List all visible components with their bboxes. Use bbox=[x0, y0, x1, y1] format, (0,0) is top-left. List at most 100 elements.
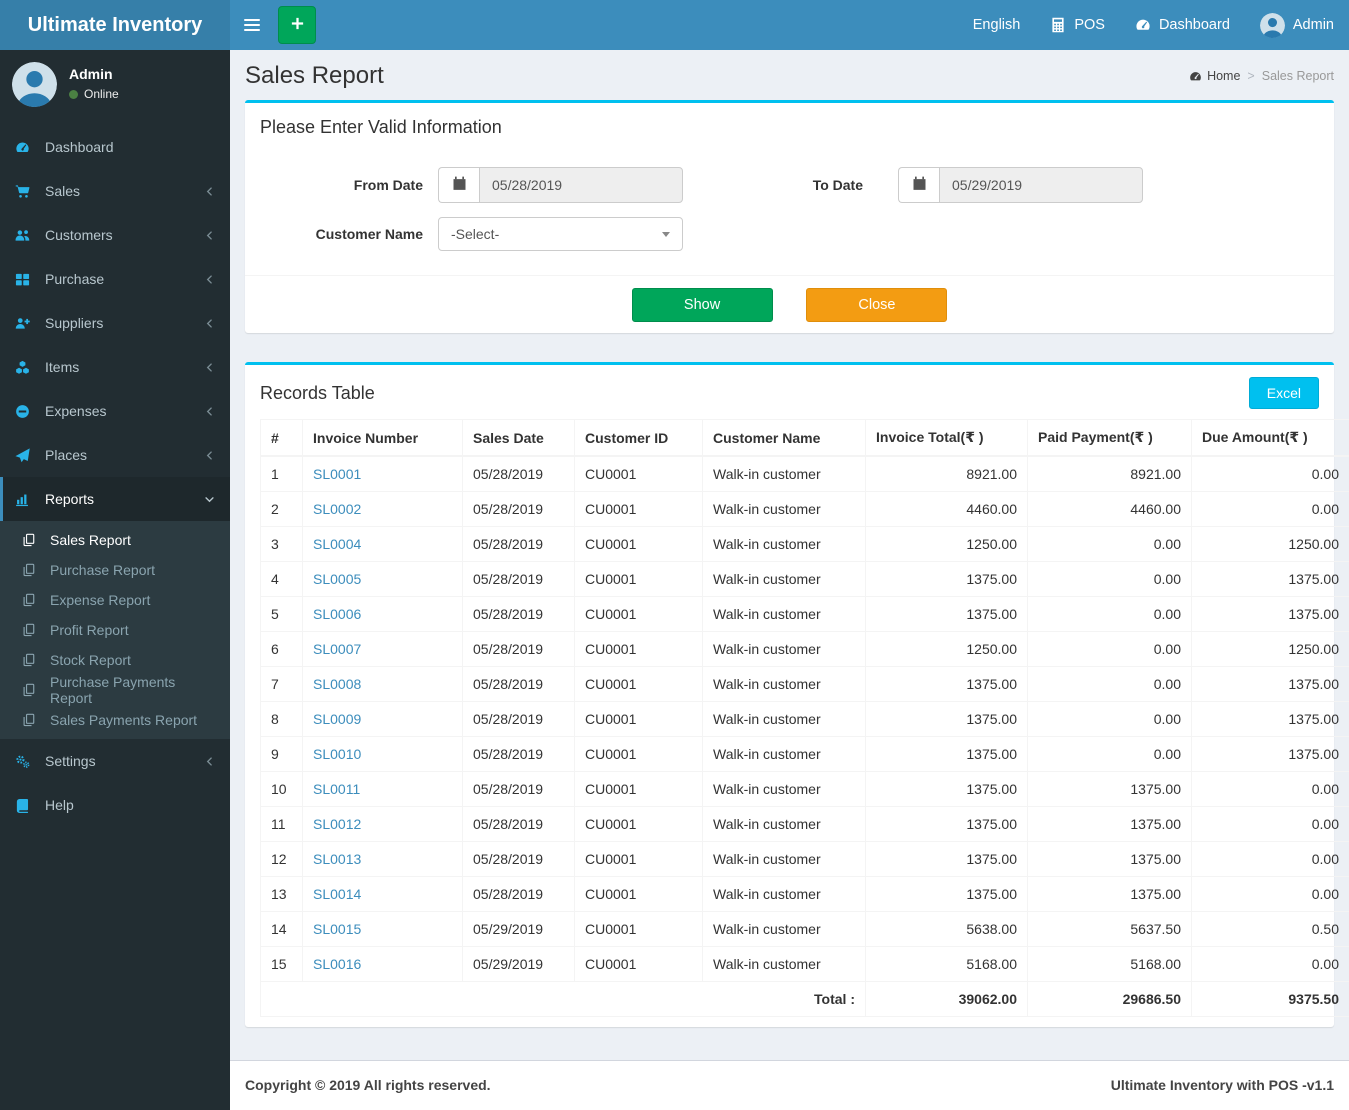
show-button[interactable]: Show bbox=[631, 288, 773, 322]
invoice-link[interactable]: SL0016 bbox=[313, 956, 361, 972]
caret-down-icon bbox=[662, 231, 670, 237]
breadcrumb: Home > Sales Report bbox=[1189, 69, 1334, 83]
nav-pos[interactable]: POS bbox=[1035, 0, 1120, 50]
invoice-link[interactable]: SL0015 bbox=[313, 921, 361, 937]
invoice-link[interactable]: SL0006 bbox=[313, 606, 361, 622]
records-table: # Invoice Number Sales Date Customer ID Cust… bbox=[260, 419, 1349, 1017]
invoice-link[interactable]: SL0010 bbox=[313, 746, 361, 762]
sidebar-item-help[interactable]: Help bbox=[0, 783, 230, 827]
excel-export-button[interactable]: Excel bbox=[1248, 377, 1319, 409]
calendar-icon[interactable] bbox=[438, 167, 479, 203]
sidebar-toggle-button[interactable] bbox=[230, 0, 274, 50]
invoice-link[interactable]: SL0001 bbox=[313, 466, 361, 482]
calculator-icon bbox=[1050, 17, 1066, 33]
book-icon bbox=[15, 798, 37, 813]
nav-language[interactable]: English bbox=[958, 0, 1036, 50]
to-date-input[interactable] bbox=[939, 167, 1143, 203]
nav-user[interactable]: Admin bbox=[1245, 0, 1349, 50]
chevron-left-icon bbox=[204, 406, 215, 417]
copyright-text: Copyright © 2019 All rights reserved. bbox=[245, 1077, 491, 1093]
app-logo[interactable]: Ultimate Inventory bbox=[0, 0, 230, 50]
user-status[interactable]: Online bbox=[69, 87, 119, 101]
content: Please Enter Valid Information From Date… bbox=[230, 100, 1349, 1060]
table-row: 7 SL0008 05/28/2019 CU0001 Walk-in customer 1… bbox=[260, 666, 1349, 702]
sidebar-item-customers[interactable]: Customers bbox=[0, 213, 230, 257]
invoice-link[interactable]: SL0011 bbox=[313, 781, 360, 797]
sidebar-item-places[interactable]: Places bbox=[0, 433, 230, 477]
navbar-right: English POS Dashboard Admin bbox=[958, 0, 1349, 50]
invoice-link[interactable]: SL0005 bbox=[313, 571, 361, 587]
table-row: 14 SL0015 05/29/2019 CU0001 Walk-in customer… bbox=[260, 911, 1349, 947]
table-row: 12 SL0013 05/28/2019 CU0001 Walk-in customer… bbox=[260, 841, 1349, 877]
minus-circle-icon bbox=[15, 404, 37, 419]
footer: Copyright © 2019 All rights reserved. Ul… bbox=[230, 1060, 1349, 1110]
sidebar-item-items[interactable]: Items bbox=[0, 345, 230, 389]
chevron-left-icon bbox=[204, 362, 215, 373]
sidebar-item-suppliers[interactable]: Suppliers bbox=[0, 301, 230, 345]
breadcrumb-home[interactable]: Home bbox=[1189, 69, 1240, 83]
column-header-sales-date: Sales Date bbox=[462, 419, 575, 457]
invoice-link[interactable]: SL0004 bbox=[313, 536, 361, 552]
from-date-input[interactable] bbox=[479, 167, 683, 203]
user-name: Admin bbox=[69, 66, 113, 82]
column-header-customer-name: Customer Name bbox=[702, 419, 866, 457]
bar-chart-icon bbox=[15, 492, 37, 507]
to-date-group bbox=[898, 167, 1143, 203]
sidebar-subitem-expense-report[interactable]: Expense Report bbox=[0, 585, 230, 615]
table-row: 13 SL0014 05/28/2019 CU0001 Walk-in customer… bbox=[260, 876, 1349, 912]
content-wrapper: Sales Report Home > Sales Report Please … bbox=[230, 0, 1349, 1110]
sidebar-subitem-profit-report[interactable]: Profit Report bbox=[0, 615, 230, 645]
invoice-link[interactable]: SL0012 bbox=[313, 816, 361, 832]
invoice-link[interactable]: SL0014 bbox=[313, 886, 361, 902]
files-icon bbox=[22, 533, 42, 547]
invoice-link[interactable]: SL0009 bbox=[313, 711, 361, 727]
table-row: 2 SL0002 05/28/2019 CU0001 Walk-in customer 4… bbox=[260, 491, 1349, 527]
customer-select[interactable]: -Select- bbox=[438, 217, 683, 251]
quick-add-button[interactable] bbox=[278, 6, 316, 44]
cart-icon bbox=[15, 184, 37, 199]
gears-icon bbox=[15, 754, 37, 769]
sidebar-item-dashboard[interactable]: Dashboard bbox=[0, 125, 230, 169]
reports-submenu: Sales Report Purchase Report Expense Repor… bbox=[0, 521, 230, 739]
grid-icon bbox=[15, 272, 37, 287]
sidebar-subitem-purchase-payments-report[interactable]: Purchase Payments Report bbox=[0, 674, 230, 706]
home-dashboard-icon bbox=[1189, 70, 1202, 83]
sidebar-item-reports[interactable]: Reports bbox=[0, 477, 230, 521]
content-header: Sales Report Home > Sales Report bbox=[230, 50, 1349, 100]
table-row: 1 SL0001 05/28/2019 CU0001 Walk-in customer 8… bbox=[260, 455, 1349, 492]
invoice-link[interactable]: SL0008 bbox=[313, 676, 361, 692]
nav-dashboard[interactable]: Dashboard bbox=[1120, 0, 1245, 50]
sidebar-item-expenses[interactable]: Expenses bbox=[0, 389, 230, 433]
sidebar-item-settings[interactable]: Settings bbox=[0, 739, 230, 783]
invoice-link[interactable]: SL0007 bbox=[313, 641, 361, 657]
sidebar-subitem-sales-payments-report[interactable]: Sales Payments Report bbox=[0, 705, 230, 735]
total-invoice-amount: 39062.00 bbox=[865, 981, 1028, 1017]
files-icon bbox=[22, 593, 42, 607]
table-header-row: # Invoice Number Sales Date Customer ID Cust… bbox=[260, 419, 1349, 457]
sidebar-item-sales[interactable]: Sales bbox=[0, 169, 230, 213]
invoice-link[interactable]: SL0013 bbox=[313, 851, 361, 867]
close-button[interactable]: Close bbox=[806, 288, 948, 322]
avatar bbox=[1259, 12, 1285, 38]
table-row: 9 SL0010 05/28/2019 CU0001 Walk-in customer 1… bbox=[260, 736, 1349, 772]
table-row: 11 SL0012 05/28/2019 CU0001 Walk-in customer… bbox=[260, 806, 1349, 842]
sidebar-subitem-sales-report[interactable]: Sales Report bbox=[0, 525, 230, 555]
sidebar-item-purchase[interactable]: Purchase bbox=[0, 257, 230, 301]
column-header-invoice-total-: Invoice Total(₹ ) bbox=[865, 419, 1028, 457]
sidebar-subitem-purchase-report[interactable]: Purchase Report bbox=[0, 555, 230, 585]
table-row: 15 SL0016 05/29/2019 CU0001 Walk-in customer… bbox=[260, 946, 1349, 982]
table-body: 1 SL0001 05/28/2019 CU0001 Walk-in customer 8… bbox=[260, 455, 1349, 982]
files-icon bbox=[22, 623, 42, 637]
total-label: Total : bbox=[260, 981, 866, 1017]
user-plus-icon bbox=[15, 316, 37, 331]
calendar-icon[interactable] bbox=[898, 167, 939, 203]
invoice-link[interactable]: SL0002 bbox=[313, 501, 361, 517]
sidebar-subitem-stock-report[interactable]: Stock Report bbox=[0, 645, 230, 675]
column-header-due-amount-: Due Amount(₹ ) bbox=[1191, 419, 1349, 457]
breadcrumb-separator-icon: > bbox=[1247, 69, 1255, 83]
files-icon bbox=[22, 563, 42, 577]
files-icon bbox=[22, 683, 42, 697]
records-panel: Records Table Excel # Invoice Number Sales… bbox=[245, 362, 1349, 1027]
sidebar-menu: Dashboard Sales Customers Purchase Suppliers… bbox=[0, 125, 230, 827]
from-date-label: From Date bbox=[353, 177, 423, 193]
